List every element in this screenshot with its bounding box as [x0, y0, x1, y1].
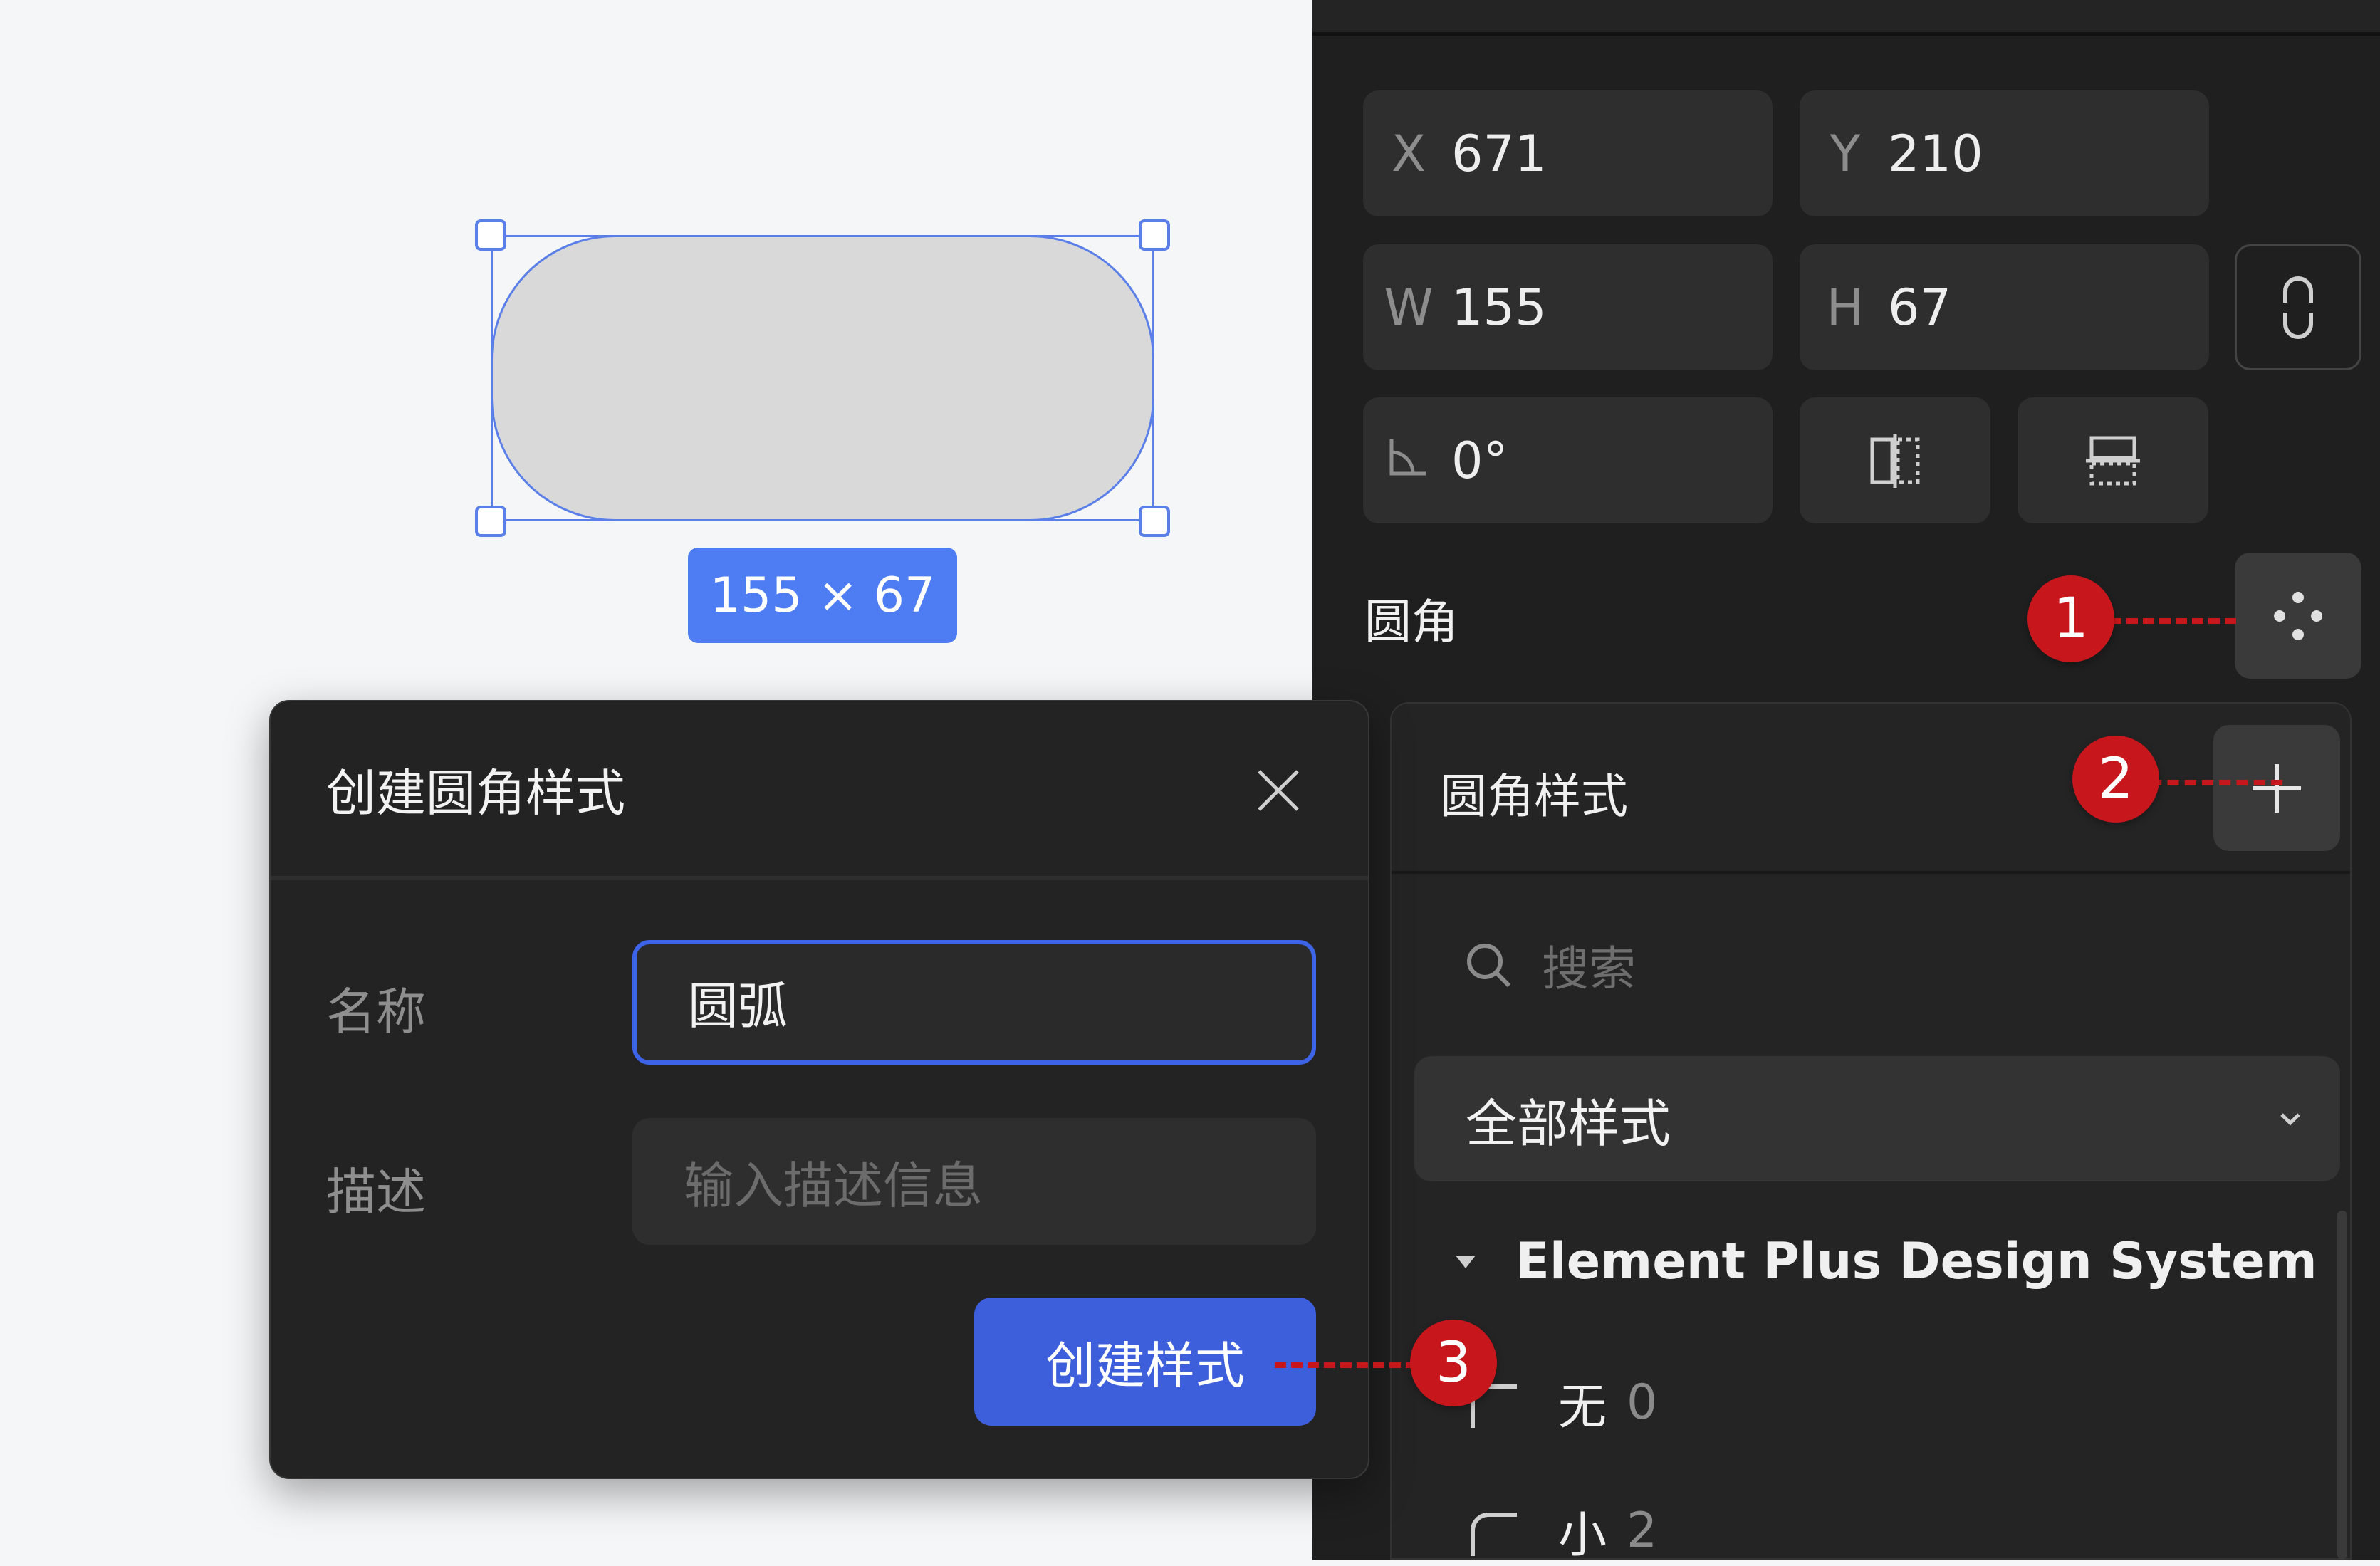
h-value: 67 — [1888, 278, 1952, 337]
style-filter-select[interactable]: 全部样式 — [1414, 1056, 2340, 1181]
popover-scrollbar[interactable] — [2337, 1211, 2347, 1560]
annotation-connector-3 — [1275, 1362, 1417, 1368]
search-placeholder: 搜索 — [1542, 941, 1636, 996]
w-value: 155 — [1451, 278, 1547, 337]
w-field[interactable]: W 155 — [1363, 244, 1773, 370]
name-label: 名称 — [326, 983, 426, 1041]
style-item-value: 2 — [1627, 1503, 1658, 1559]
chevron-down-icon — [2280, 1113, 2300, 1126]
h-field[interactable]: H 67 — [1800, 244, 2209, 370]
style-item-name: 小 — [1558, 1508, 1607, 1564]
resize-handle-top-left[interactable] — [475, 219, 506, 251]
create-style-button[interactable]: 创建样式 — [974, 1298, 1316, 1426]
w-label: W — [1384, 278, 1434, 337]
corner-small-icon — [1471, 1512, 1517, 1556]
annotation-marker-1: 1 — [2027, 575, 2114, 662]
search-icon — [1467, 944, 1511, 988]
rotation-value: 0° — [1451, 431, 1508, 490]
corner-style-button[interactable] — [2235, 553, 2361, 679]
panel-top-bar — [1312, 0, 2380, 36]
y-field[interactable]: Y 210 — [1800, 90, 2209, 216]
style-search[interactable]: 搜索 — [1414, 919, 2339, 1011]
filter-selected-value: 全部样式 — [1466, 1093, 1671, 1154]
dialog-divider — [271, 876, 1368, 880]
link-icon — [2283, 276, 2313, 339]
annotation-connector-1 — [2094, 618, 2236, 624]
x-value: 671 — [1451, 124, 1547, 183]
popover-divider — [1392, 871, 2350, 874]
rotation-field[interactable]: 0° — [1363, 397, 1773, 523]
style-item-none[interactable]: 无 0 — [1467, 1367, 1657, 1438]
dialog-title: 创建圆角样式 — [326, 764, 625, 823]
style-group-header[interactable]: Element Plus Design System — [1453, 1232, 2317, 1290]
y-label: Y — [1830, 124, 1861, 183]
annotation-marker-2: 2 — [2072, 736, 2159, 823]
name-input[interactable]: 圆弧 — [632, 940, 1316, 1065]
caret-down-icon — [1456, 1256, 1476, 1268]
selection-box — [491, 235, 1154, 521]
flip-horizontal-button[interactable] — [1800, 397, 1990, 523]
description-label: 描述 — [326, 1163, 426, 1221]
h-label: H — [1826, 278, 1864, 337]
flip-vertical-button[interactable] — [2018, 397, 2208, 523]
flip-horizontal-icon — [1870, 433, 1920, 488]
annotation-marker-3: 3 — [1410, 1320, 1497, 1406]
add-style-button[interactable] — [2213, 725, 2340, 851]
flip-vertical-icon — [2086, 436, 2140, 485]
resize-handle-top-right[interactable] — [1139, 219, 1170, 251]
size-badge: 155 × 67 — [688, 548, 957, 643]
description-input[interactable]: 输入描述信息 — [632, 1118, 1316, 1245]
style-dots-icon — [2274, 591, 2322, 640]
y-value: 210 — [1888, 124, 1983, 183]
angle-icon — [1363, 432, 1451, 490]
style-item-small[interactable]: 小 2 — [1467, 1495, 1657, 1566]
resize-handle-bottom-left[interactable] — [475, 506, 506, 537]
plus-icon — [2253, 763, 2301, 813]
x-label: X — [1392, 124, 1426, 183]
name-input-value: 圆弧 — [688, 977, 788, 1035]
x-field[interactable]: X 671 — [1363, 90, 1773, 216]
close-button[interactable] — [1253, 766, 1303, 815]
resize-handle-bottom-right[interactable] — [1139, 506, 1170, 537]
style-item-value: 0 — [1627, 1374, 1658, 1431]
popover-title: 圆角样式 — [1440, 769, 1628, 824]
style-item-name: 无 — [1558, 1379, 1607, 1436]
constrain-proportions-button[interactable] — [2235, 244, 2361, 370]
style-group-name: Element Plus Design System — [1515, 1232, 2317, 1290]
close-icon — [1258, 770, 1299, 811]
description-placeholder: 输入描述信息 — [684, 1156, 983, 1215]
corner-radius-title: 圆角 — [1364, 595, 1458, 649]
